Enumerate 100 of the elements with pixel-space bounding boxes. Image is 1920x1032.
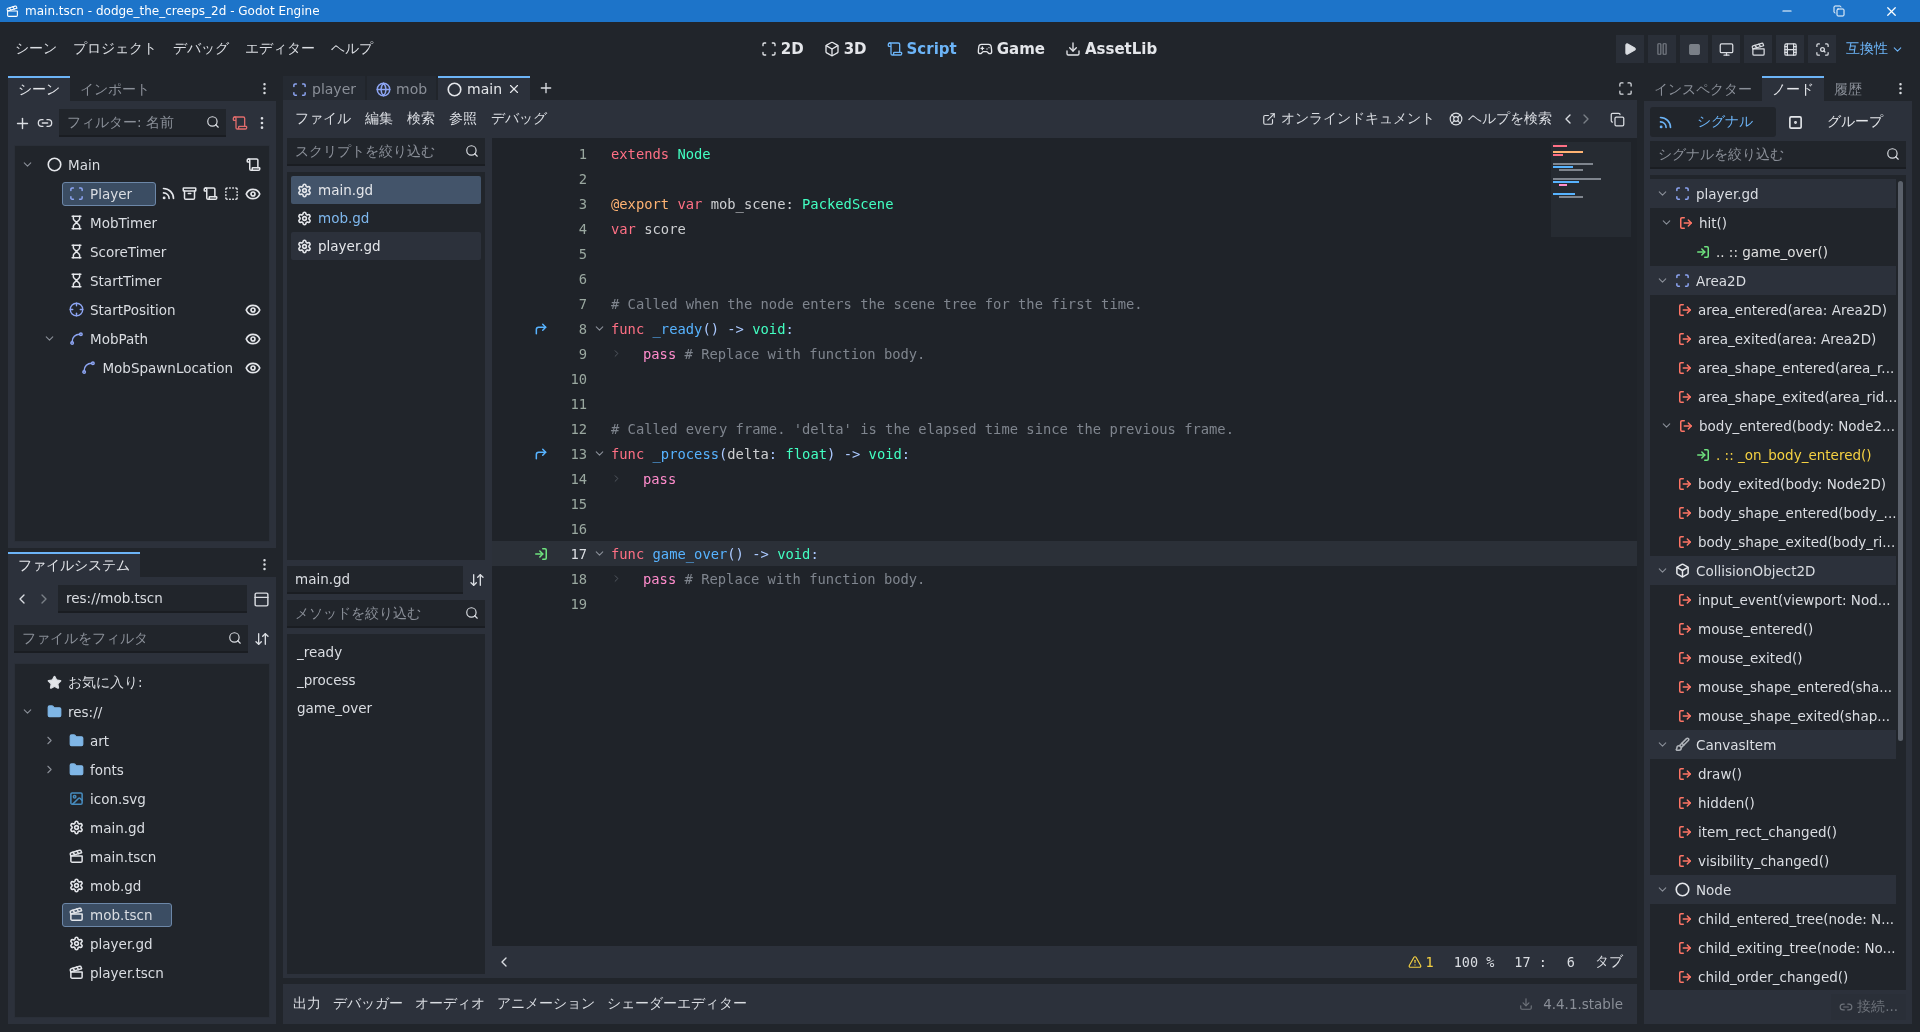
method-item[interactable]: _ready [291, 638, 481, 666]
dock-tab[interactable]: インポート [70, 76, 160, 101]
scrollbar[interactable] [1898, 181, 1903, 741]
signal-item[interactable]: item_rect_changed() [1650, 817, 1906, 846]
tree-item[interactable]: Player [62, 181, 156, 206]
stop-icon[interactable] [1687, 42, 1701, 56]
workspace-tab[interactable]: AssetLib [1057, 36, 1165, 62]
renderer-dropdown[interactable]: 互換性 [1840, 36, 1910, 62]
menu-item[interactable]: ヘルプ [324, 36, 380, 62]
signal-waves-icon[interactable] [161, 186, 176, 201]
dock-tab[interactable]: インスペクター [1644, 76, 1762, 101]
tree-item[interactable]: player.gd [62, 931, 160, 956]
menu-item[interactable]: 検索 [401, 107, 441, 131]
method-filter-box[interactable]: メソッドを絞り込む [287, 600, 485, 628]
tree-item[interactable]: main.gd [62, 815, 153, 840]
filter-field[interactable]: ファイルをフィルタ [20, 629, 224, 647]
signal-item[interactable]: body_entered(body: Node2... [1650, 411, 1906, 440]
filter-field[interactable]: フィルター: 名前 [65, 113, 202, 131]
editor-tab[interactable]: main [438, 76, 531, 100]
dock-tab[interactable]: ファイルシステム [8, 552, 140, 577]
tree-item[interactable]: MobTimer [62, 210, 165, 235]
signal-item[interactable]: draw() [1650, 759, 1906, 788]
signal-item[interactable]: body_shape_exited(body_ri... [1650, 527, 1906, 556]
bottom-tab[interactable]: デバッガー [327, 992, 409, 1016]
search-icon[interactable] [465, 144, 479, 158]
signal-filter-box[interactable]: シグナルを絞り込む [1650, 141, 1906, 169]
search-icon[interactable] [228, 631, 242, 645]
restore-icon[interactable] [1833, 5, 1845, 17]
archive-icon[interactable] [182, 186, 197, 201]
eye-icon[interactable] [245, 359, 261, 376]
signal-item[interactable]: mouse_entered() [1650, 614, 1906, 643]
search-icon[interactable] [206, 115, 220, 129]
bottom-tab[interactable]: オーディオ [409, 992, 491, 1016]
tree-item[interactable]: mob.gd [62, 873, 149, 898]
method-filter-field[interactable]: メソッドを絞り込む [293, 604, 461, 622]
search-help-button[interactable]: ヘルプを検索 [1443, 107, 1558, 131]
tree-item[interactable]: Main [40, 152, 108, 177]
search-icon[interactable] [465, 606, 479, 620]
menu-item[interactable]: シーン [8, 36, 64, 62]
signal-item[interactable]: area_exited(area: Area2D) [1650, 324, 1906, 353]
tree-item[interactable]: player.tscn [62, 960, 171, 985]
eye-icon[interactable] [245, 301, 261, 318]
workspace-tab[interactable]: 3D [816, 36, 874, 62]
tree-item[interactable]: icon.svg [62, 786, 153, 811]
script-filter-box[interactable]: スクリプトを絞り込む [287, 138, 485, 166]
sort-icon[interactable] [469, 572, 485, 588]
dock-tab[interactable]: シーン [8, 76, 70, 101]
menu-item[interactable]: ファイル [289, 107, 357, 131]
tree-item[interactable]: MobSpawnLocation [74, 355, 240, 380]
workspace-tab[interactable]: Game [969, 36, 1052, 62]
bottom-tab[interactable]: アニメーション [491, 992, 601, 1016]
signal-group[interactable]: CanvasItem [1650, 730, 1896, 759]
script-name-field[interactable]: main.gd [293, 570, 457, 588]
dashed-square-icon[interactable] [224, 186, 239, 201]
script-filter-field[interactable]: スクリプトを絞り込む [293, 142, 461, 160]
workspace-tab[interactable]: 2D [753, 36, 811, 62]
monitor-button[interactable] [1712, 35, 1740, 63]
tree-item[interactable]: art [62, 728, 117, 753]
clapperboard-button[interactable] [1744, 35, 1772, 63]
play-icon[interactable] [1623, 42, 1637, 56]
online-docs-button[interactable]: オンラインドキュメント [1256, 107, 1441, 131]
favorites-item[interactable]: お気に入り: [40, 669, 150, 696]
signal-item[interactable]: mouse_shape_exited(shap... [1650, 701, 1906, 730]
script-name-box[interactable]: main.gd [287, 566, 463, 594]
signal-item[interactable]: child_order_changed() [1650, 962, 1906, 990]
signal-item[interactable]: hit() [1650, 208, 1906, 237]
tree-item[interactable]: ScoreTimer [62, 239, 174, 264]
film-button[interactable] [1776, 35, 1804, 63]
monitor-icon[interactable] [1718, 41, 1734, 57]
menu-item[interactable]: 参照 [443, 107, 483, 131]
signal-item[interactable]: input_event(viewport: Nod... [1650, 585, 1906, 614]
script-item[interactable]: mob.gd [291, 204, 481, 232]
menu-item[interactable]: デバッグ [166, 36, 236, 62]
signal-item[interactable]: area_entered(area: Area2D) [1650, 295, 1906, 324]
signal-item[interactable]: area_shape_entered(area_r... [1650, 353, 1906, 382]
warning-count[interactable]: 1 [1397, 954, 1444, 970]
menu-item[interactable]: プロジェクト [66, 36, 164, 62]
path-box[interactable]: res://mob.tscn [58, 585, 247, 613]
signal-item[interactable]: area_shape_exited(area_rid... [1650, 382, 1906, 411]
bottom-tab[interactable]: シェーダーエディター [601, 992, 753, 1016]
eye-icon[interactable] [245, 330, 261, 347]
tree-item[interactable]: res:// [40, 699, 110, 724]
connection-icon[interactable] [534, 321, 548, 336]
signal-item[interactable]: mouse_shape_entered(sha... [1650, 672, 1906, 701]
tree-item[interactable]: main.tscn [62, 844, 164, 869]
stop-button[interactable] [1680, 35, 1708, 63]
script-item[interactable]: player.gd [291, 232, 481, 260]
fullscreen-icon[interactable] [1618, 80, 1633, 96]
editor-tab[interactable]: player [283, 76, 365, 100]
scan-search-button[interactable] [1808, 35, 1836, 63]
panel-tab[interactable]: シグナル [1650, 107, 1776, 137]
signal-item[interactable]: hidden() [1650, 788, 1906, 817]
signal-group[interactable]: Area2D [1650, 266, 1896, 295]
dock-tab[interactable]: 履歴 [1824, 76, 1872, 101]
signal-item[interactable]: child_exiting_tree(node: No... [1650, 933, 1906, 962]
menu-item[interactable]: 編集 [359, 107, 399, 131]
slot-icon[interactable] [534, 546, 548, 561]
signal-item[interactable]: body_shape_entered(body_... [1650, 498, 1906, 527]
menu-item[interactable]: デバッグ [485, 107, 553, 131]
tree-item[interactable]: MobPath [62, 326, 156, 351]
